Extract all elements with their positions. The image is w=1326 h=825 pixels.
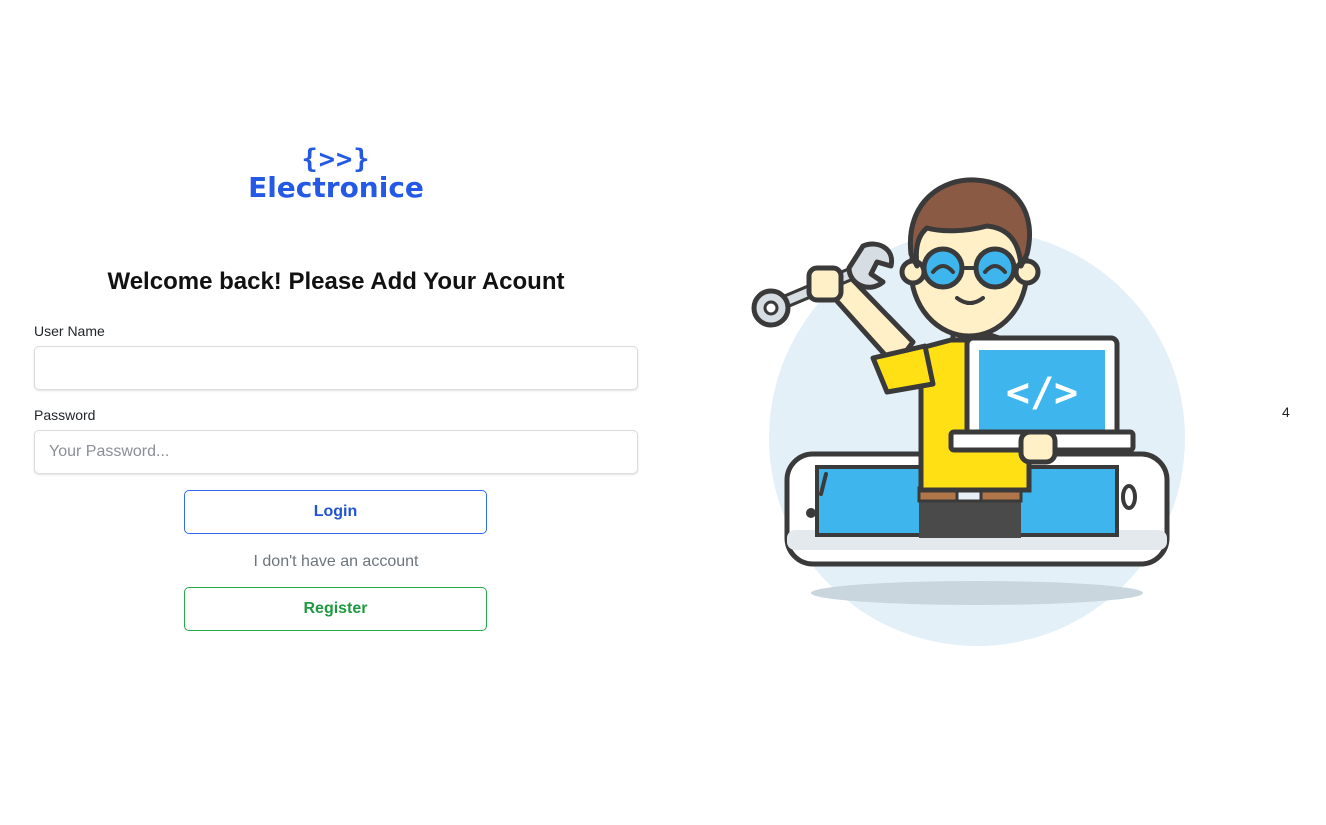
register-button[interactable]: Register (184, 587, 487, 631)
brand-logo: {>>} Electronice (34, 146, 638, 202)
developer-with-wrench-and-laptop-icon: </> (751, 177, 1185, 646)
developer-illustration: </> (745, 170, 1185, 650)
brand-code-icon: {>>} (301, 144, 371, 175)
page-title: Welcome back! Please Add Your Acount (107, 268, 565, 295)
brand-name: Electronice (248, 171, 424, 204)
login-page: {>>} Electronice Welcome back! Please Ad… (0, 0, 1326, 825)
username-input[interactable] (34, 346, 638, 390)
username-label: User Name (34, 323, 105, 339)
password-label: Password (34, 407, 96, 423)
login-button[interactable]: Login (184, 490, 487, 534)
no-account-text: I don't have an account (253, 553, 419, 570)
password-input[interactable] (34, 430, 638, 474)
login-panel: {>>} Electronice Welcome back! Please Ad… (34, 140, 638, 631)
side-number: 4 (1282, 404, 1290, 420)
code-symbol: </> (1006, 370, 1078, 416)
